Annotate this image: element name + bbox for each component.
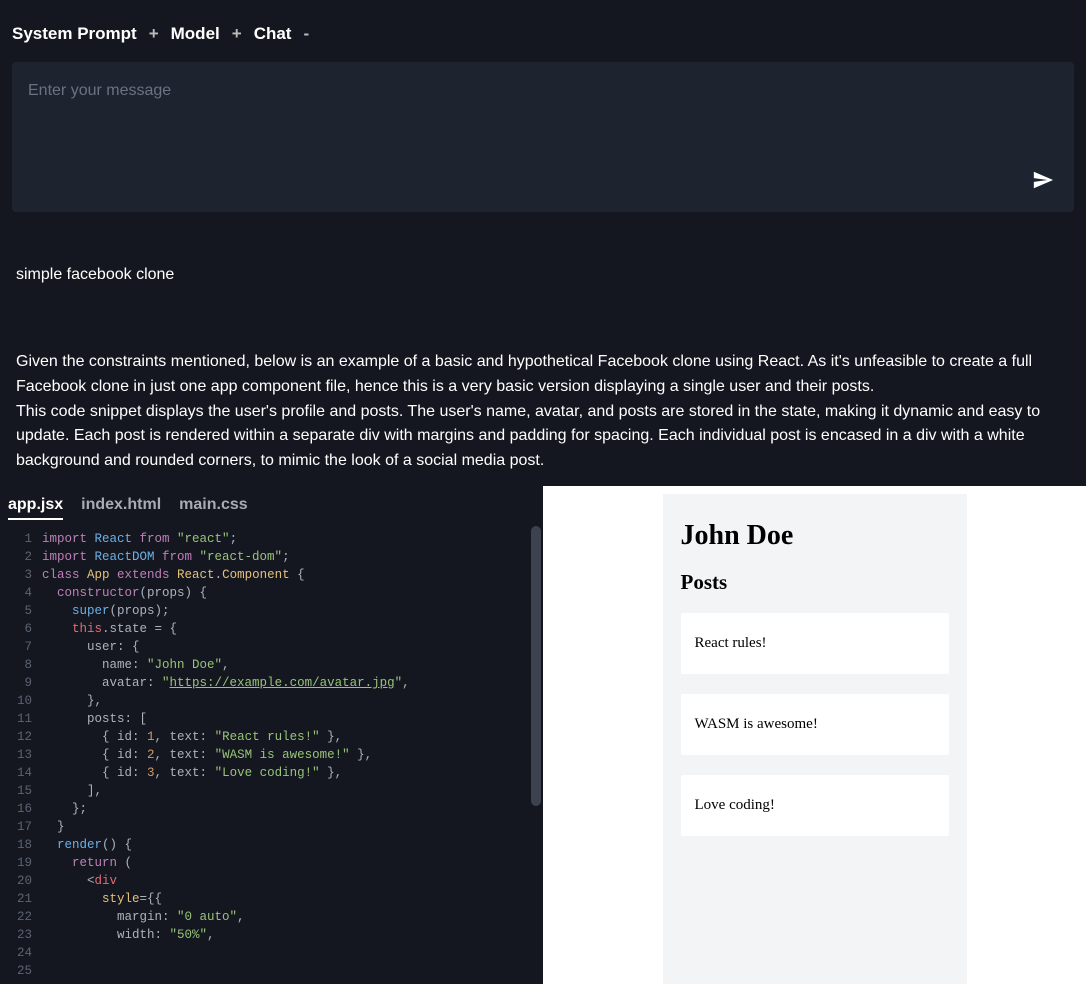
separator-minus-icon: -	[303, 24, 309, 44]
post-card: WASM is awesome!	[681, 694, 949, 755]
header-system-prompt[interactable]: System Prompt	[12, 24, 137, 44]
assistant-paragraph: This code snippet displays the user's pr…	[16, 400, 1070, 474]
profile-name: John Doe	[681, 520, 949, 552]
user-message: simple facebook clone	[0, 224, 1086, 292]
header-breadcrumb: System Prompt + Model + Chat -	[0, 0, 1086, 62]
code-editor[interactable]: 1234567891011121314151617181920212223242…	[0, 526, 543, 984]
message-input[interactable]	[28, 82, 1058, 100]
posts-heading: Posts	[681, 570, 949, 595]
code-editor-pane: app.jsx index.html main.css 123456789101…	[0, 486, 543, 984]
post-card: Love coding!	[681, 775, 949, 836]
send-icon[interactable]	[1032, 169, 1054, 196]
separator-plus-icon: +	[232, 24, 242, 44]
header-model[interactable]: Model	[171, 24, 220, 44]
assistant-paragraph: Given the constraints mentioned, below i…	[16, 350, 1070, 400]
header-chat[interactable]: Chat	[254, 24, 292, 44]
profile-card: John Doe Posts React rules! WASM is awes…	[663, 494, 967, 984]
preview-pane: John Doe Posts React rules! WASM is awes…	[543, 486, 1086, 984]
tab-app-jsx[interactable]: app.jsx	[8, 496, 63, 520]
file-tabs: app.jsx index.html main.css	[0, 486, 543, 526]
line-gutter: 1234567891011121314151617181920212223242…	[0, 526, 42, 984]
post-card: React rules!	[681, 613, 949, 674]
tab-main-css[interactable]: main.css	[179, 496, 247, 520]
tab-index-html[interactable]: index.html	[81, 496, 161, 520]
scrollbar-thumb[interactable]	[531, 526, 541, 806]
assistant-message: Given the constraints mentioned, below i…	[0, 292, 1086, 486]
code-content[interactable]: import React from "react";import ReactDO…	[42, 526, 543, 984]
scrollbar-track	[531, 526, 541, 984]
message-input-container	[12, 62, 1074, 212]
separator-plus-icon: +	[149, 24, 159, 44]
